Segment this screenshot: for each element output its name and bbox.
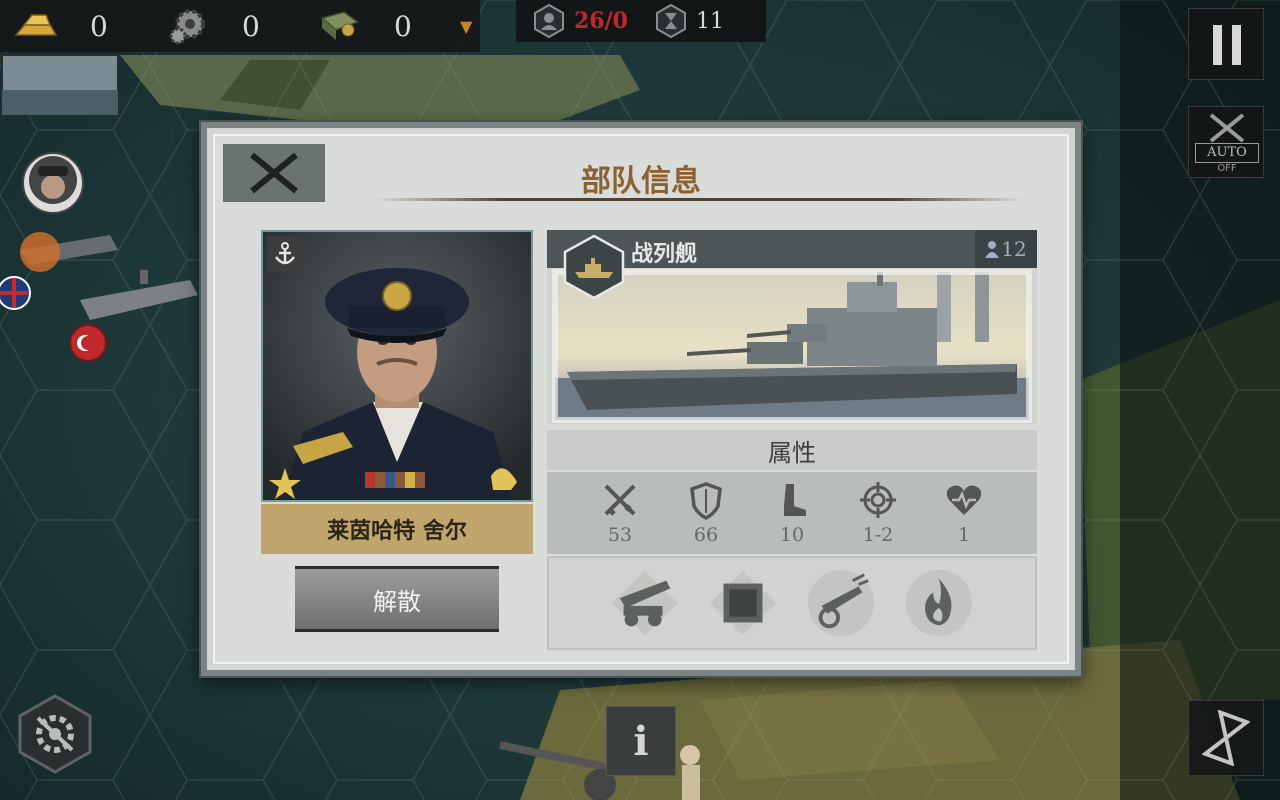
end-turn-button[interactable]	[1188, 700, 1264, 776]
stat-range: 1-2	[848, 480, 908, 546]
crossed-swords-icon	[1209, 113, 1245, 143]
stat-defense: 66	[676, 480, 736, 546]
pause-button[interactable]	[1188, 8, 1264, 80]
health-heart-icon	[946, 485, 982, 515]
unit-count-value: 12	[1001, 237, 1027, 261]
units-counter: 26/0	[574, 8, 628, 34]
navy-anchor-badge	[267, 236, 303, 272]
commander-portrait	[261, 230, 533, 502]
commander-image	[263, 232, 531, 500]
industry-gear-icon	[162, 4, 214, 48]
stat-health-value: 1	[957, 524, 971, 546]
resource-bar: 0 0 0 ▼	[0, 0, 480, 52]
turns-counter: 11	[695, 8, 724, 34]
attack-swords-icon	[604, 484, 636, 516]
tech-book-icon	[314, 4, 366, 48]
armor-plating-icon	[709, 570, 777, 636]
info-button[interactable]: i	[606, 706, 676, 776]
attributes-header: 属性	[547, 430, 1037, 470]
stat-defense-value: 66	[693, 524, 719, 546]
gold-value: 0	[90, 9, 108, 43]
unit-count-badge: 12	[975, 230, 1037, 268]
stat-range-value: 1-2	[862, 524, 894, 546]
stat-attack-value: 53	[607, 524, 633, 546]
industry-value: 0	[242, 9, 260, 43]
settings-gear-icon	[18, 694, 92, 774]
gold-bars-icon	[10, 4, 62, 48]
stat-health: 1	[934, 480, 994, 546]
disband-button[interactable]: 解散	[295, 566, 499, 632]
status-bar: 26/0 11	[516, 0, 766, 42]
stat-movement: 10	[762, 480, 822, 546]
unit-abilities	[547, 556, 1037, 650]
anti-air-gun-icon	[807, 569, 875, 637]
resource-dropdown-arrow[interactable]: ▼	[460, 17, 472, 36]
ability-armor[interactable]	[708, 568, 778, 638]
dialog-title: 部队信息	[581, 164, 701, 199]
ability-fire[interactable]	[904, 568, 974, 638]
resource-gold: 0	[0, 0, 152, 52]
info-icon: i	[633, 717, 649, 765]
anchor-icon	[275, 242, 295, 265]
unit-info-dialog: 部队信息 莱茵哈特 舍尔 解散 战列舰 12 属性 53 66 10 1-2 1	[201, 122, 1081, 676]
hourglass-icon	[1202, 710, 1250, 766]
commander-name: 莱茵哈特 舍尔	[261, 504, 533, 554]
range-crosshair-icon	[860, 482, 896, 518]
unit-panel: 战列舰 12 属性 53 66 10 1-2 1	[547, 230, 1037, 650]
units-hex-icon	[534, 4, 564, 38]
auto-state: OFF	[1217, 163, 1237, 174]
artillery-cannon-icon	[611, 570, 679, 636]
ability-anti-air[interactable]	[806, 568, 876, 638]
movement-boot-icon	[784, 484, 806, 516]
commander-marker[interactable]	[22, 152, 84, 214]
auto-label: AUTO	[1195, 143, 1259, 163]
soldier-icon	[985, 241, 1000, 258]
resource-industry: 0	[152, 0, 304, 52]
battleship-class-icon	[563, 234, 625, 300]
turns-hourglass-icon	[655, 4, 686, 38]
stat-attack: 53	[590, 480, 650, 546]
auto-battle-button[interactable]: AUTO OFF	[1188, 106, 1264, 178]
title-divider	[375, 198, 1023, 201]
resource-tech: 0	[304, 0, 456, 52]
tech-value: 0	[394, 9, 412, 43]
unit-stats: 53 66 10 1-2 1	[547, 472, 1037, 554]
defense-shield-icon	[690, 482, 722, 520]
unit-type-label: 战列舰	[631, 241, 698, 267]
pause-icon	[1213, 25, 1241, 65]
settings-button[interactable]	[16, 694, 94, 774]
fire-icon	[905, 569, 973, 637]
ability-artillery[interactable]	[610, 568, 680, 638]
stat-movement-value: 10	[779, 524, 805, 546]
